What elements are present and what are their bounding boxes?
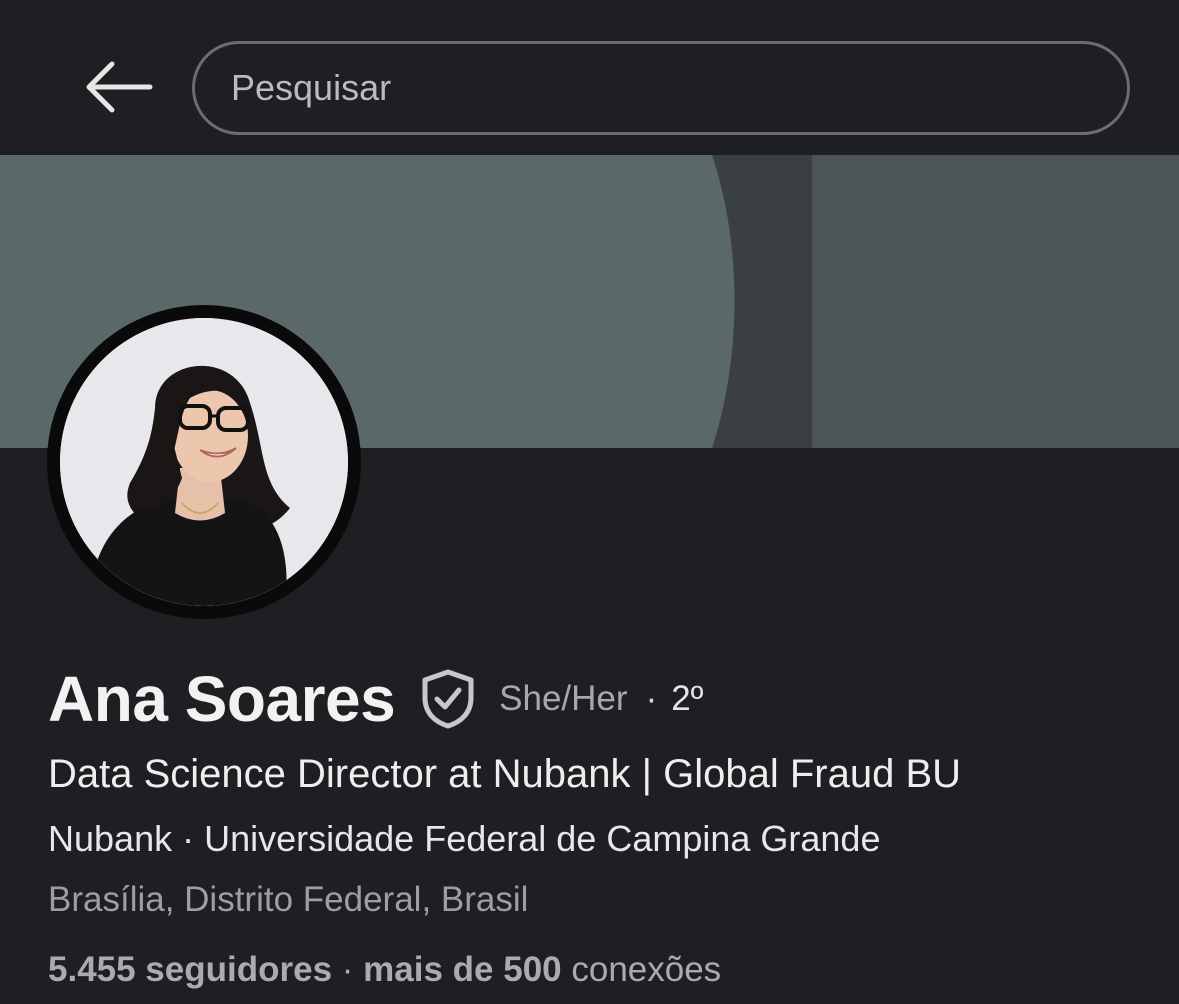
connections-label: conexões [561, 950, 722, 989]
stats-separator: · [332, 950, 364, 989]
separator-dot: · [645, 679, 658, 718]
back-button[interactable] [82, 58, 154, 116]
search-bar[interactable] [192, 41, 1130, 135]
top-bar [0, 0, 1179, 155]
search-input[interactable] [229, 66, 1093, 110]
education-link[interactable]: Universidade Federal de Campina Grande [204, 818, 880, 859]
profile-org-line: Nubank · Universidade Federal de Campina… [48, 818, 880, 860]
pronouns: She/Her [499, 679, 628, 718]
profile-location: Brasília, Distrito Federal, Brasil [48, 880, 529, 919]
followers-count[interactable]: 5.455 seguidores [48, 950, 332, 989]
connection-degree: 2º [671, 679, 704, 718]
arrow-left-icon [86, 61, 153, 113]
profile-name: Ana Soares [48, 663, 396, 735]
org-separator: · [172, 818, 205, 859]
profile-headline: Data Science Director at Nubank | Global… [48, 752, 962, 796]
name-row: Ana Soares She/Her · 2º [48, 662, 703, 736]
profile-stats: 5.455 seguidores · mais de 500 conexões [48, 950, 721, 990]
avatar[interactable] [60, 318, 348, 606]
connections-count[interactable]: mais de 500 [363, 950, 561, 989]
shield-check-icon[interactable] [419, 668, 477, 730]
company-link[interactable]: Nubank [48, 818, 172, 859]
